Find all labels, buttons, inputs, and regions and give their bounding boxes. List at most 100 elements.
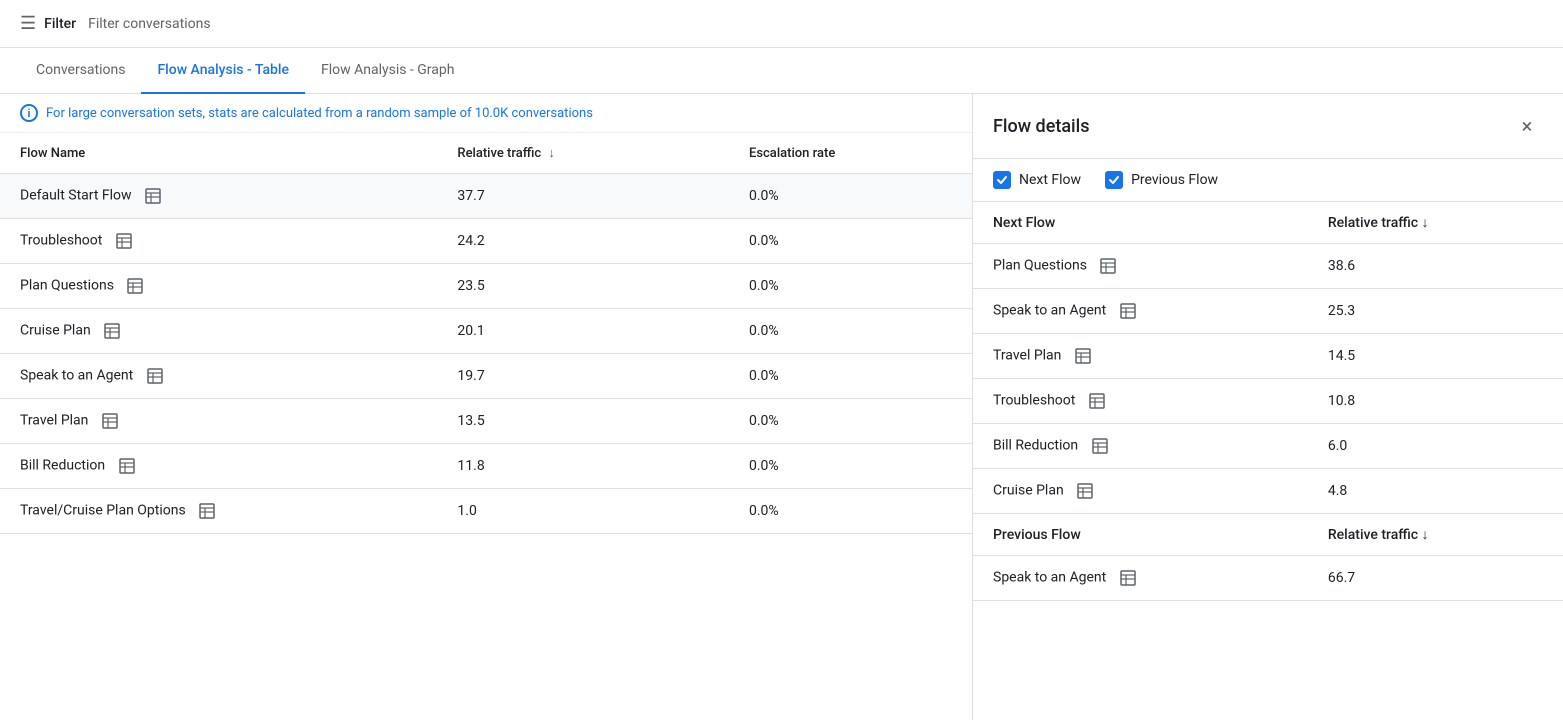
top-bar: ☰ Filter Filter conversations bbox=[0, 0, 1563, 48]
list-item[interactable]: Troubleshoot 10.8 bbox=[973, 379, 1563, 424]
next-flow-name: Plan Questions bbox=[973, 244, 1308, 289]
flow-name-cell: Travel/Cruise Plan Options bbox=[0, 489, 437, 534]
prev-flow-traffic-header: Relative traffic ↓ bbox=[1308, 514, 1563, 556]
toggle-next-flow[interactable]: Next Flow bbox=[993, 171, 1081, 189]
prev-flow-table: Previous Flow Relative traffic ↓ Speak t… bbox=[973, 514, 1563, 600]
tab-bar: Conversations Flow Analysis - Table Flow… bbox=[0, 48, 1563, 94]
table-row[interactable]: Travel Plan 13.5 0.0% bbox=[0, 399, 972, 444]
list-item[interactable]: Cruise Plan 4.8 bbox=[973, 469, 1563, 514]
table-row[interactable]: Bill Reduction 11.8 0.0% bbox=[0, 444, 972, 489]
traffic-cell: 1.0 bbox=[437, 489, 729, 534]
next-flow-traffic-header: Relative traffic ↓ bbox=[1308, 202, 1563, 244]
panel-title: Flow details bbox=[993, 116, 1089, 137]
table-icon bbox=[1073, 346, 1093, 366]
next-flow-traffic: 4.8 bbox=[1308, 469, 1563, 514]
flow-name-cell: Troubleshoot bbox=[0, 219, 437, 264]
list-item[interactable]: Plan Questions 38.6 bbox=[973, 244, 1563, 289]
traffic-cell: 20.1 bbox=[437, 309, 729, 354]
next-flow-traffic: 14.5 bbox=[1308, 334, 1563, 379]
table-icon bbox=[1118, 301, 1138, 321]
table-row[interactable]: Cruise Plan 20.1 0.0% bbox=[0, 309, 972, 354]
filter-toggles: Next Flow Previous Flow bbox=[973, 159, 1563, 202]
table-row[interactable]: Plan Questions 23.5 0.0% bbox=[0, 264, 972, 309]
col-header-escalation-rate: Escalation rate bbox=[729, 133, 972, 174]
escalation-cell: 0.0% bbox=[729, 399, 972, 444]
traffic-cell: 24.2 bbox=[437, 219, 729, 264]
next-flow-traffic: 38.6 bbox=[1308, 244, 1563, 289]
escalation-cell: 0.0% bbox=[729, 489, 972, 534]
next-flow-name: Cruise Plan bbox=[973, 469, 1308, 514]
next-flow-name: Troubleshoot bbox=[973, 379, 1308, 424]
flow-name-cell: Bill Reduction bbox=[0, 444, 437, 489]
close-button[interactable]: × bbox=[1511, 110, 1543, 142]
escalation-cell: 0.0% bbox=[729, 444, 972, 489]
flow-name-cell: Cruise Plan bbox=[0, 309, 437, 354]
list-item[interactable]: Speak to an Agent 25.3 bbox=[973, 289, 1563, 334]
flow-table: Flow Name Relative traffic ↓ Escalation … bbox=[0, 133, 972, 534]
next-flow-table: Next Flow Relative traffic ↓ Plan Questi… bbox=[973, 202, 1563, 513]
next-flow-name: Speak to an Agent bbox=[973, 289, 1308, 334]
main-layout: i For large conversation sets, stats are… bbox=[0, 94, 1563, 720]
table-icon bbox=[125, 276, 145, 296]
next-flow-traffic: 10.8 bbox=[1308, 379, 1563, 424]
table-row[interactable]: Travel/Cruise Plan Options 1.0 0.0% bbox=[0, 489, 972, 534]
table-icon bbox=[1098, 256, 1118, 276]
list-item[interactable]: Bill Reduction 6.0 bbox=[973, 424, 1563, 469]
previous-flow-section: Previous Flow Relative traffic ↓ Speak t… bbox=[973, 514, 1563, 601]
flow-details-panel: Flow details × Next Flow Previous Flow bbox=[973, 94, 1563, 720]
escalation-cell: 0.0% bbox=[729, 309, 972, 354]
col-header-relative-traffic[interactable]: Relative traffic ↓ bbox=[437, 133, 729, 174]
info-banner: i For large conversation sets, stats are… bbox=[0, 94, 972, 133]
next-flow-checkbox[interactable] bbox=[993, 171, 1011, 189]
prev-flow-checkbox[interactable] bbox=[1105, 171, 1123, 189]
traffic-cell: 11.8 bbox=[437, 444, 729, 489]
next-flow-label: Next Flow bbox=[1019, 172, 1081, 188]
flow-name-cell: Default Start Flow bbox=[0, 174, 437, 219]
escalation-cell: 0.0% bbox=[729, 219, 972, 264]
info-text: For large conversation sets, stats are c… bbox=[46, 106, 593, 121]
toggle-prev-flow[interactable]: Previous Flow bbox=[1105, 171, 1218, 189]
prev-flow-sort-icon: ↓ bbox=[1422, 527, 1429, 543]
flow-name-cell: Speak to an Agent bbox=[0, 354, 437, 399]
table-row[interactable]: Troubleshoot 24.2 0.0% bbox=[0, 219, 972, 264]
tab-conversations[interactable]: Conversations bbox=[20, 48, 141, 94]
tab-flow-graph[interactable]: Flow Analysis - Graph bbox=[305, 48, 471, 94]
flow-name-cell: Travel Plan bbox=[0, 399, 437, 444]
filter-input-placeholder[interactable]: Filter conversations bbox=[88, 16, 210, 32]
escalation-cell: 0.0% bbox=[729, 264, 972, 309]
prev-flow-label: Previous Flow bbox=[1131, 172, 1218, 188]
traffic-cell: 19.7 bbox=[437, 354, 729, 399]
escalation-cell: 0.0% bbox=[729, 354, 972, 399]
next-flow-name: Bill Reduction bbox=[973, 424, 1308, 469]
table-icon bbox=[197, 501, 217, 521]
list-item[interactable]: Travel Plan 14.5 bbox=[973, 334, 1563, 379]
col-header-flow-name: Flow Name bbox=[0, 133, 437, 174]
filter-icon: ☰ bbox=[20, 13, 36, 34]
table-icon bbox=[145, 366, 165, 386]
next-flow-sort-icon: ↓ bbox=[1422, 215, 1429, 231]
next-flow-traffic: 6.0 bbox=[1308, 424, 1563, 469]
table-icon bbox=[1090, 436, 1110, 456]
tab-flow-table[interactable]: Flow Analysis - Table bbox=[141, 48, 305, 94]
table-icon bbox=[100, 411, 120, 431]
table-icon bbox=[117, 456, 137, 476]
panel-header: Flow details × bbox=[973, 94, 1563, 159]
table-icon bbox=[143, 186, 163, 206]
traffic-cell: 37.7 bbox=[437, 174, 729, 219]
next-flow-section-title: Next Flow bbox=[973, 202, 1308, 244]
prev-flow-name: Speak to an Agent bbox=[973, 556, 1308, 601]
table-icon bbox=[102, 321, 122, 341]
escalation-cell: 0.0% bbox=[729, 174, 972, 219]
table-icon bbox=[114, 231, 134, 251]
traffic-cell: 23.5 bbox=[437, 264, 729, 309]
table-icon bbox=[1118, 568, 1138, 588]
flow-name-cell: Plan Questions bbox=[0, 264, 437, 309]
filter-label: Filter bbox=[44, 16, 76, 32]
left-panel: i For large conversation sets, stats are… bbox=[0, 94, 973, 720]
table-icon bbox=[1087, 391, 1107, 411]
table-row[interactable]: Default Start Flow 37.7 0.0% bbox=[0, 174, 972, 219]
table-row[interactable]: Speak to an Agent 19.7 0.0% bbox=[0, 354, 972, 399]
list-item[interactable]: Speak to an Agent 66.7 bbox=[973, 556, 1563, 601]
prev-flow-traffic: 66.7 bbox=[1308, 556, 1563, 601]
table-icon bbox=[1075, 481, 1095, 501]
